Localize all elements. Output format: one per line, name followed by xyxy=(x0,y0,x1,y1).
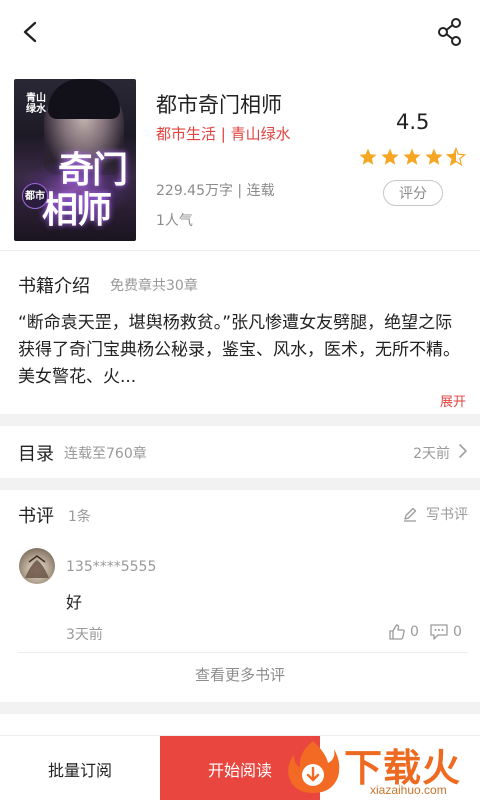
review-username: 135****5555 xyxy=(66,559,157,575)
reply-count: 0 xyxy=(453,624,462,640)
star-icon xyxy=(403,148,421,165)
book-popularity: 1人气 xyxy=(156,213,193,229)
like-button[interactable]: 0 xyxy=(388,622,419,642)
chevron-right-icon xyxy=(459,444,467,458)
divider xyxy=(18,652,468,653)
expand-link[interactable]: 展开 xyxy=(440,391,466,410)
reply-button[interactable]: 0 xyxy=(429,622,462,642)
book-category[interactable]: 都市生活 | 青山绿水 xyxy=(156,123,291,144)
reviews-count: 1条 xyxy=(68,509,91,525)
divider xyxy=(0,250,480,251)
write-review-label: 写书评 xyxy=(426,507,468,523)
share-icon xyxy=(438,18,461,46)
star-icon xyxy=(425,148,443,165)
toc-row[interactable]: 目录 连载至760章 2天前 xyxy=(0,426,480,478)
cover-badge: 都市 xyxy=(22,183,48,209)
pen-icon xyxy=(404,507,417,522)
reviews-heading: 书评 xyxy=(18,506,54,527)
top-bar xyxy=(0,0,480,64)
cover-title-line2: 相师 xyxy=(42,189,112,231)
intro-heading: 书籍介绍 xyxy=(18,276,90,297)
chevron-left-icon xyxy=(23,21,37,43)
star-rating xyxy=(359,147,467,167)
batch-subscribe-button[interactable]: 批量订阅 xyxy=(0,736,160,800)
cover-hair xyxy=(48,79,120,119)
star-icon xyxy=(445,147,467,167)
watermark: 下载火 xiazaihuo.com xyxy=(280,735,480,800)
toc-heading: 目录 xyxy=(18,444,54,465)
book-cover[interactable]: 青山绿水 奇门 相师 都市 xyxy=(14,79,136,241)
book-word-count: 229.45万字 | 连载 xyxy=(156,183,275,199)
book-score: 4.5 xyxy=(396,110,430,134)
toc-updated-time: 2天前 xyxy=(413,446,450,462)
cover-publisher: 青山绿水 xyxy=(26,93,46,115)
more-reviews-link[interactable]: 查看更多书评 xyxy=(0,664,480,685)
book-header: 青山绿水 奇门 相师 都市 都市奇门相师 都市生活 | 青山绿水 229.45万… xyxy=(0,64,480,250)
watermark-url: xiazaihuo.com xyxy=(370,783,447,797)
section-gap xyxy=(0,702,480,714)
toc-status: 连载至760章 xyxy=(64,446,147,462)
back-button[interactable] xyxy=(12,14,48,50)
rate-button[interactable]: 评分 xyxy=(383,180,443,206)
write-review-button[interactable]: 写书评 xyxy=(402,504,468,524)
avatar[interactable] xyxy=(19,548,55,584)
flame-logo-icon xyxy=(288,741,340,793)
review-time: 3天前 xyxy=(66,627,103,643)
star-icon xyxy=(359,148,377,165)
book-title: 都市奇门相师 xyxy=(156,93,282,117)
section-gap xyxy=(0,414,480,426)
thumbs-up-icon xyxy=(389,624,405,640)
comment-icon xyxy=(430,624,448,640)
intro-free-chapters: 免费章共30章 xyxy=(110,278,198,294)
like-count: 0 xyxy=(410,624,419,640)
star-icon xyxy=(381,148,399,165)
share-button[interactable] xyxy=(432,14,468,50)
section-gap xyxy=(0,478,480,490)
intro-text: “断命袁天罡，堪舆杨救贫。”张凡惨遭女友劈腿，绝望之际获得了奇门宝典杨公秘录，鉴… xyxy=(18,313,460,387)
avatar-image xyxy=(25,555,49,578)
review-text: 好 xyxy=(66,593,83,612)
cover-title-line1: 奇门 xyxy=(58,149,128,191)
